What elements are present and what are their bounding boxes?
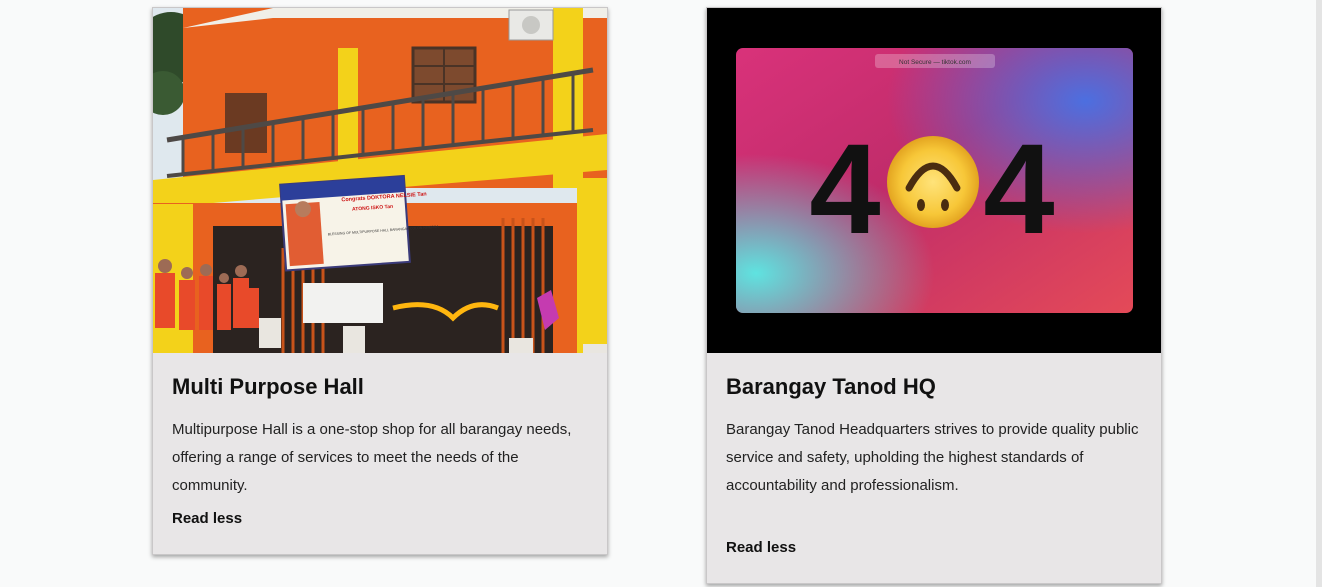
- card-image-barangay-tanod-hq: Not Secure — tiktok.com 4 4: [707, 8, 1161, 353]
- card-title: Multi Purpose Hall: [172, 374, 364, 399]
- error-404-image: Not Secure — tiktok.com 4 4: [707, 8, 1161, 353]
- error-digit-left: 4: [809, 118, 880, 261]
- upside-down-face-icon: [887, 136, 979, 228]
- card-image-multi-purpose-hall: Congrats DOKTORA NELSIE Tan ATONG ISKO T…: [153, 8, 607, 353]
- card-title: Barangay Tanod HQ: [726, 374, 936, 399]
- card-description: Multipurpose Hall is a one-stop shop for…: [172, 421, 572, 494]
- building-photo: Congrats DOKTORA NELSIE Tan ATONG ISKO T…: [153, 8, 607, 353]
- card-description: Barangay Tanod Headquarters strives to p…: [726, 421, 1139, 494]
- error-digit-right: 4: [983, 118, 1054, 261]
- read-less-link[interactable]: Read less: [726, 539, 796, 556]
- card-barangay-tanod-hq: Not Secure — tiktok.com 4 4 Barangay Tan…: [706, 7, 1162, 584]
- read-less-link[interactable]: Read less: [172, 510, 242, 527]
- card-multi-purpose-hall: Congrats DOKTORA NELSIE Tan ATONG ISKO T…: [152, 7, 608, 555]
- scrollbar-edge[interactable]: [1316, 0, 1322, 587]
- address-bar-text: Not Secure — tiktok.com: [899, 59, 971, 66]
